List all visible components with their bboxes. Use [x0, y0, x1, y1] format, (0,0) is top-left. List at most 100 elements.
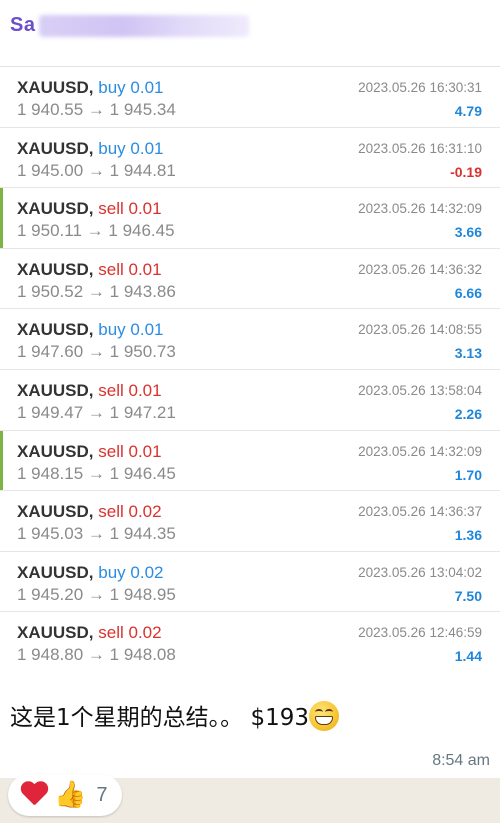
trade-symbol: XAUUSD, buy 0.02: [17, 563, 164, 583]
trade-symbol: XAUUSD, buy 0.01: [17, 320, 164, 340]
trade-symbol-text: XAUUSD,: [17, 138, 94, 158]
trade-time: 2023.05.26 16:30:31: [358, 80, 482, 95]
trade-side: sell: [98, 259, 124, 279]
trade-close-price: 1 944.81: [109, 160, 176, 180]
grinning-face-emoji-icon: [308, 701, 339, 731]
trade-time: 2023.05.26 16:31:10: [358, 140, 482, 156]
trade-time: 2023.05.26 14:08:55: [358, 322, 482, 338]
trade-symbol: XAUUSD, buy 0.01: [17, 78, 164, 98]
message-timestamp: 8:54 am: [432, 752, 490, 769]
trade-profit: 1.36: [454, 527, 482, 544]
trade-profit: 3.13: [454, 345, 482, 362]
trade-close-price: 1 944.35: [109, 524, 176, 544]
trade-profit: -0.19: [450, 163, 482, 180]
trade-row[interactable]: XAUUSD, sell 0.01 1 949.47 → 1 947.21 2023…: [0, 369, 500, 431]
thumbs-up-icon: 👍: [54, 780, 87, 810]
trade-profit: 1.70: [454, 466, 482, 483]
trade-lots: 0.01: [128, 441, 162, 461]
trade-open-price: 1 950.52: [17, 281, 84, 301]
trade-time: 2023.05.26 12:46:59: [358, 625, 482, 641]
trade-open-price: 1 945.00: [17, 160, 84, 180]
sender-name[interactable]: Sa: [10, 14, 250, 48]
trade-lots: 0.01: [130, 78, 164, 97]
trade-side: buy: [98, 78, 126, 97]
trade-symbol-text: XAUUSD,: [17, 78, 94, 97]
trade-side: sell: [98, 623, 124, 643]
trade-lots: 0.02: [128, 502, 162, 522]
trade-symbol-text: XAUUSD,: [17, 320, 94, 340]
trade-side: sell: [98, 502, 124, 522]
trade-row[interactable]: XAUUSD, sell 0.02 1 945.03 → 1 944.35 2023…: [0, 491, 500, 552]
trade-open-price: 1 945.20: [17, 584, 84, 604]
trade-side: sell: [98, 441, 124, 461]
trade-row[interactable]: XAUUSD, buy 0.01 1 947.60 → 1 950.73 2023.…: [0, 309, 500, 370]
reaction-count: 7: [96, 783, 108, 806]
trade-symbol-text: XAUUSD,: [17, 502, 94, 522]
trade-symbol: XAUUSD, sell 0.01: [17, 260, 162, 280]
arrow-icon: →: [87, 160, 105, 180]
trade-profit: 6.66: [454, 284, 482, 301]
trade-open-price: 1 948.80: [17, 645, 84, 665]
trade-row[interactable]: XAUUSD, sell 0.01 1 950.11 → 1 946.45 2023…: [0, 188, 500, 249]
arrow-icon: →: [87, 100, 105, 119]
trade-row[interactable]: XAUUSD, buy 0.01 1 945.00 → 1 944.81 2023.…: [0, 127, 500, 189]
trade-prices: 1 950.52 → 1 943.86: [17, 282, 176, 302]
trade-prices: 1 948.80 → 1 948.08: [17, 645, 176, 665]
trade-profit: 4.79: [454, 103, 482, 119]
trade-symbol: XAUUSD, buy 0.01: [17, 139, 164, 159]
sender-name-text: Sa: [10, 14, 36, 36]
trade-row[interactable]: XAUUSD, sell 0.02 1 948.80 → 1 948.08 2023…: [0, 612, 500, 673]
message-text: 这是1个星期的总结。。 $193: [10, 698, 339, 732]
trade-time: 2023.05.26 14:32:09: [358, 443, 482, 459]
trade-open-price: 1 948.15: [17, 463, 84, 483]
trade-symbol: XAUUSD, sell 0.01: [17, 442, 162, 462]
trade-lots: 0.01: [128, 259, 162, 279]
trade-open-price: 1 947.60: [17, 342, 84, 362]
trade-close-price: 1 943.86: [109, 281, 176, 301]
trade-open-price: 1 940.55: [17, 100, 84, 119]
trade-symbol: XAUUSD, sell 0.01: [17, 381, 162, 401]
trade-prices: 1 940.55 → 1 945.34: [17, 100, 176, 120]
trade-symbol: XAUUSD, sell 0.02: [17, 502, 162, 522]
trade-symbol: XAUUSD, sell 0.02: [17, 623, 162, 643]
trade-close-price: 1 945.34: [109, 100, 176, 119]
trade-row[interactable]: XAUUSD, sell 0.01 1 948.15 → 1 946.45 2023…: [0, 430, 500, 492]
trade-time: 2023.05.26 13:04:02: [358, 564, 482, 580]
heart-icon: [20, 782, 48, 808]
arrow-icon: →: [87, 281, 105, 301]
trade-side: buy: [98, 562, 126, 582]
trade-history-list: XAUUSD, buy 0.01 1 940.55 → 1 945.34 2023.…: [0, 66, 500, 673]
trade-prices: 1 945.03 → 1 944.35: [17, 524, 176, 544]
trade-side: sell: [98, 380, 124, 400]
trade-close-price: 1 946.45: [109, 463, 176, 483]
arrow-icon: →: [87, 524, 105, 544]
sender-name-redaction: [39, 14, 250, 37]
trade-open-price: 1 945.03: [17, 524, 84, 544]
trade-prices: 1 949.47 → 1 947.21: [17, 403, 176, 423]
trade-row[interactable]: XAUUSD, buy 0.01 1 940.55 → 1 945.34 2023.…: [0, 67, 500, 128]
trade-lots: 0.01: [130, 138, 164, 158]
trade-time: 2023.05.26 13:58:04: [358, 382, 482, 398]
trade-prices: 1 945.00 → 1 944.81: [17, 161, 176, 181]
trade-open-price: 1 949.47: [17, 402, 84, 422]
trade-row[interactable]: XAUUSD, sell 0.01 1 950.52 → 1 943.86 2023…: [0, 248, 500, 310]
trade-time: 2023.05.26 14:32:09: [358, 201, 482, 217]
trade-prices: 1 947.60 → 1 950.73: [17, 342, 176, 362]
trade-close-price: 1 950.73: [109, 342, 176, 362]
message-bubble[interactable]: Sa XAUUSD, buy 0.01 1 940.55 → 1 945.34 20…: [0, 0, 500, 778]
trade-lots: 0.01: [128, 199, 162, 219]
trade-close-price: 1 947.21: [109, 402, 176, 422]
arrow-icon: →: [87, 402, 105, 422]
trade-close-price: 1 948.08: [109, 645, 176, 665]
trade-symbol-text: XAUUSD,: [17, 562, 94, 582]
arrow-icon: →: [87, 463, 105, 483]
trade-prices: 1 945.20 → 1 948.95: [17, 585, 176, 605]
trade-symbol-text: XAUUSD,: [17, 199, 94, 219]
reactions-pill[interactable]: 👍 7: [8, 774, 122, 816]
trade-time: 2023.05.26 14:36:32: [358, 261, 482, 277]
trade-row[interactable]: XAUUSD, buy 0.02 1 945.20 → 1 948.95 2023.…: [0, 551, 500, 613]
message-body: 这是1个星期的总结。。 $193: [10, 705, 309, 731]
trade-symbol-text: XAUUSD,: [17, 441, 94, 461]
arrow-icon: →: [86, 221, 104, 241]
trade-prices: 1 950.11 → 1 946.45: [17, 221, 175, 241]
